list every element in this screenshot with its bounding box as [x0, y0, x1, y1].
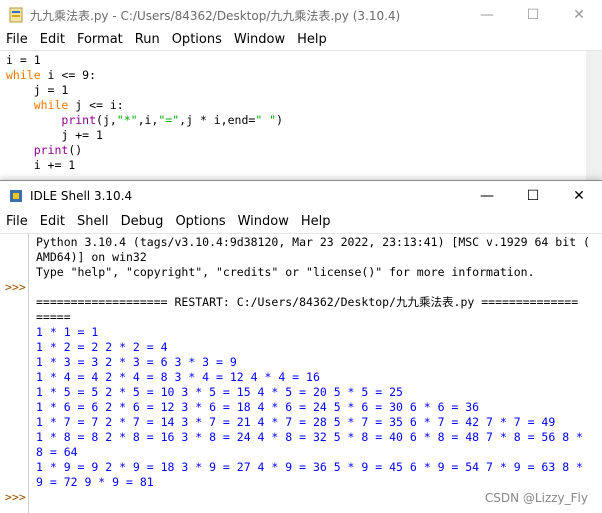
code-token: ,j * i,end= [179, 113, 256, 127]
code-token: "=" [158, 113, 180, 127]
shell-prompt-bottom: >>> [5, 490, 26, 504]
editor-menu-options[interactable]: Options [166, 32, 228, 47]
shell-menu-shell[interactable]: Shell [71, 214, 115, 229]
shell-window: IDLE Shell 3.10.4 — ☐ ✕ File Edit Shell Deb… [0, 180, 602, 513]
shell-output-line: 8 = 64 [36, 445, 78, 459]
editor-menubar: File Edit Format Run Options Window Help [0, 29, 602, 49]
code-token: print [61, 113, 97, 127]
editor-menu-format[interactable]: Format [71, 32, 129, 47]
code-token: ) [276, 113, 284, 127]
code-token: j = 1 [6, 83, 69, 97]
shell-gutter [0, 234, 29, 513]
csdn-watermark: CSDN @Lizzy_Fly [484, 491, 588, 505]
shell-menu-window[interactable]: Window [232, 214, 295, 229]
code-token: i = 1 [6, 53, 41, 67]
shell-restart-line: ===== [36, 310, 71, 324]
shell-divider [0, 233, 602, 234]
idle-shell-icon [8, 188, 24, 204]
shell-header-line: AMD64)] on win32 [36, 250, 147, 264]
shell-blank-line [36, 280, 590, 295]
code-token: "*" [116, 113, 138, 127]
code-token: i <= 9: [40, 68, 97, 82]
shell-output-line: 1 * 8 = 8 2 * 8 = 16 3 * 8 = 24 4 * 8 = … [36, 430, 583, 444]
editor-window: 九九乘法表.py - C:/Users/84362/Desktop/九九乘法表.… [0, 0, 602, 182]
editor-code-line: j = 1 [6, 83, 283, 98]
code-token: ,i, [137, 113, 159, 127]
shell-header-line: Type "help", "copyright", "credits" or "… [36, 265, 535, 279]
code-token: () [68, 143, 83, 157]
code-token: while [6, 68, 41, 82]
editor-menu-edit[interactable]: Edit [34, 32, 71, 47]
shell-restart-line: =================== RESTART: C:/Users/84… [36, 295, 579, 309]
shell-text-area[interactable]: Python 3.10.4 (tags/v3.10.4:9d38120, Mar… [36, 235, 590, 490]
editor-minimize-button[interactable]: — [464, 0, 510, 30]
shell-menu-edit[interactable]: Edit [34, 214, 71, 229]
shell-output-line: 1 * 7 = 7 2 * 7 = 14 3 * 7 = 21 4 * 7 = … [36, 415, 556, 429]
code-token: print [33, 143, 69, 157]
shell-output-line: 1 * 4 = 4 2 * 4 = 8 3 * 4 = 12 4 * 4 = 1… [36, 370, 320, 384]
shell-header-line: Python 3.10.4 (tags/v3.10.4:9d38120, Mar… [36, 235, 590, 249]
shell-prompt: >>> [5, 280, 26, 294]
editor-menu-file[interactable]: File [0, 32, 34, 47]
editor-text-area[interactable]: i = 1 while i <= 9: j = 1 while j <= i: p… [6, 53, 283, 173]
editor-code-line: print() [6, 143, 283, 158]
shell-maximize-button[interactable]: ☐ [510, 181, 556, 211]
code-token: while [33, 98, 69, 112]
shell-window-controls: — ☐ ✕ [464, 181, 602, 211]
editor-code-line: print(j,"*",i,"=",j * i,end=" ") [6, 113, 283, 128]
editor-code-line: while j <= i: [6, 98, 283, 113]
code-token: j += 1 [6, 128, 103, 142]
shell-menu-options[interactable]: Options [169, 214, 231, 229]
shell-minimize-button[interactable]: — [464, 181, 510, 211]
editor-menu-run[interactable]: Run [129, 32, 166, 47]
shell-close-button[interactable]: ✕ [556, 181, 602, 211]
shell-menu-file[interactable]: File [0, 214, 34, 229]
shell-output-line: 1 * 5 = 5 2 * 5 = 10 3 * 5 = 15 4 * 5 = … [36, 385, 403, 399]
shell-title: IDLE Shell 3.10.4 [30, 189, 133, 203]
editor-title: 九九乘法表.py - C:/Users/84362/Desktop/九九乘法表.… [30, 8, 401, 23]
shell-output-line: 1 * 2 = 2 2 * 2 = 4 [36, 340, 168, 354]
editor-menu-help[interactable]: Help [291, 32, 333, 47]
shell-output-line: 1 * 1 = 1 [36, 325, 99, 339]
editor-divider [0, 50, 602, 51]
code-token: (j, [96, 113, 117, 127]
shell-output-line: 1 * 9 = 9 2 * 9 = 18 3 * 9 = 27 4 * 9 = … [36, 460, 583, 474]
editor-maximize-button[interactable]: ☐ [510, 0, 556, 30]
shell-output-line: 1 * 6 = 6 2 * 6 = 12 3 * 6 = 18 4 * 6 = … [36, 400, 480, 414]
shell-menu-debug[interactable]: Debug [115, 214, 170, 229]
shell-output-line: 1 * 3 = 3 2 * 3 = 6 3 * 3 = 9 [36, 355, 237, 369]
shell-menubar: File Edit Shell Debug Options Window Help [0, 211, 602, 231]
shell-output-line: 9 = 72 9 * 9 = 81 [36, 475, 154, 489]
idle-file-icon [8, 7, 24, 23]
shell-menu-help[interactable]: Help [295, 214, 337, 229]
editor-window-controls: — ☐ ✕ [464, 0, 602, 30]
editor-code-line: while i <= 9: [6, 68, 283, 83]
editor-code-line: i += 1 [6, 158, 283, 173]
editor-code-line: i = 1 [6, 53, 283, 68]
editor-menu-window[interactable]: Window [228, 32, 291, 47]
code-token: j <= i: [68, 98, 124, 112]
editor-scrollbar[interactable] [586, 51, 602, 182]
editor-code-line: j += 1 [6, 128, 283, 143]
editor-close-button[interactable]: ✕ [556, 0, 602, 30]
code-token: i += 1 [6, 158, 76, 172]
code-token: " " [255, 113, 277, 127]
